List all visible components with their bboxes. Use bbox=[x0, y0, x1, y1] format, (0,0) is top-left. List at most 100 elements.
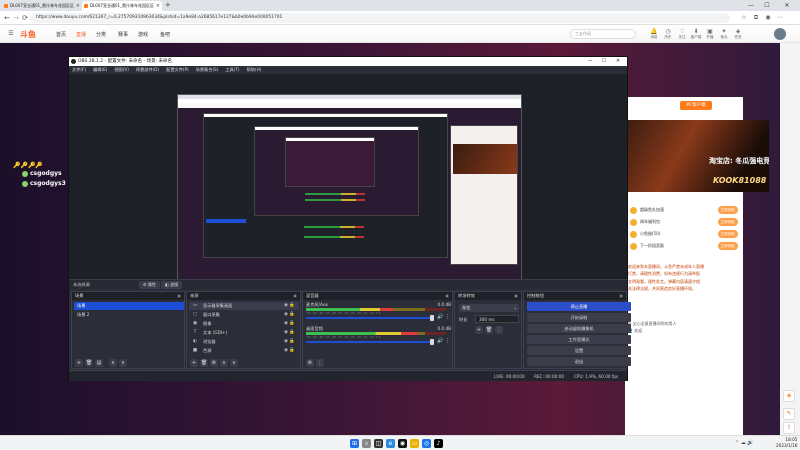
dock-options-icon[interactable]: ▣ bbox=[177, 292, 181, 300]
nav-events[interactable]: 赛事 bbox=[118, 31, 128, 38]
transition-more-button[interactable]: ⋮ bbox=[495, 326, 503, 334]
remove-scene-button[interactable]: 🗑 bbox=[85, 359, 93, 367]
chrome-icon[interactable]: ◎ bbox=[422, 439, 431, 448]
add-transition-button[interactable]: + bbox=[475, 326, 483, 334]
volume-slider-handle[interactable] bbox=[430, 315, 434, 321]
clock[interactable]: 18:05 2023/1/16 bbox=[776, 437, 797, 449]
site-logo[interactable]: 斗鱼 bbox=[20, 29, 36, 40]
move-up-button[interactable]: ∧ bbox=[109, 359, 117, 367]
source-item[interactable]: ▢ 窗口采集 ◉ 🔒 bbox=[189, 311, 299, 319]
task-icon[interactable]: ✎ bbox=[783, 408, 795, 420]
obs-menu-item[interactable]: 视图(V) bbox=[114, 67, 129, 72]
dock-options-icon[interactable]: ▣ bbox=[514, 292, 518, 300]
gift-row[interactable]: 周年福利包 立即领取 bbox=[630, 217, 740, 227]
source-item[interactable]: ■ 色源 ◉ 🔒 bbox=[189, 347, 299, 355]
add-scene-button[interactable]: + bbox=[75, 359, 83, 367]
minimize-button[interactable]: — bbox=[744, 0, 758, 11]
mixer-more-button[interactable]: ⋮ bbox=[316, 359, 324, 367]
extensions-icon[interactable]: ⧉ bbox=[752, 14, 760, 22]
volume-slider[interactable] bbox=[306, 341, 432, 343]
nav-fishbar[interactable]: 鱼吧 bbox=[160, 31, 170, 38]
control-button[interactable]: 停止直播 bbox=[527, 302, 631, 311]
obs-minimize-button[interactable]: — bbox=[583, 57, 597, 66]
control-button[interactable]: 开始录制 bbox=[527, 313, 631, 322]
channel-menu-icon[interactable]: ⋮ bbox=[445, 338, 450, 344]
url-input[interactable]: https://www.douyu.com/621367_r=0.2757093… bbox=[30, 13, 730, 23]
claim-button[interactable]: 立即领取 bbox=[717, 242, 738, 250]
source-item[interactable]: ▣ 图像 ◉ 🔒 bbox=[189, 320, 299, 328]
obs-menu-item[interactable]: 停靠部件(D) bbox=[136, 67, 159, 72]
obs-menu-item[interactable]: 编辑(E) bbox=[93, 67, 107, 72]
visibility-lock-icon[interactable]: ◉ 🔒 bbox=[284, 302, 295, 310]
obs-title-bar[interactable]: OBS 28.1.2 - 配置文件: 未命名 - 场景: 未命名 — ☐ ✕ bbox=[69, 57, 627, 66]
report-icon[interactable]: ! bbox=[783, 422, 795, 434]
dock-options-icon[interactable]: ▣ bbox=[445, 292, 449, 300]
nav-live[interactable]: 直播 bbox=[76, 31, 86, 38]
duration-input[interactable]: 300 ms bbox=[475, 315, 519, 323]
claim-button[interactable]: 立即领取 bbox=[717, 230, 738, 238]
move-down-button[interactable]: ∨ bbox=[230, 359, 238, 367]
obs-menu-item[interactable]: 文件(F) bbox=[72, 67, 86, 72]
move-up-button[interactable]: ∧ bbox=[220, 359, 228, 367]
scene-item[interactable]: 场景 2 bbox=[74, 311, 184, 319]
claim-button[interactable]: 立即领取 bbox=[717, 218, 738, 226]
nav-games[interactable]: 游戏 bbox=[138, 31, 148, 38]
site-search-input[interactable]: 工友作网 bbox=[570, 29, 636, 39]
explorer-icon[interactable]: ▭ bbox=[410, 439, 419, 448]
visibility-lock-icon[interactable]: ◉ 🔒 bbox=[284, 311, 295, 319]
properties-button[interactable]: ⚙ 属性 bbox=[139, 281, 160, 289]
close-window-button[interactable]: ✕ bbox=[780, 0, 794, 11]
source-item[interactable]: ◐ 浏览器 ◉ 🔒 bbox=[189, 338, 299, 346]
volume-slider[interactable] bbox=[306, 317, 432, 319]
search-icon[interactable]: ⌕ bbox=[362, 439, 371, 448]
visibility-lock-icon[interactable]: ◉ 🔒 bbox=[284, 320, 295, 328]
scene-filter-button[interactable]: ▤ bbox=[95, 359, 103, 367]
source-item[interactable]: T 文本 (GDI+) ◉ 🔒 bbox=[189, 329, 299, 337]
channel-menu-icon[interactable]: ⋮ bbox=[445, 314, 450, 320]
volume-slider-handle[interactable] bbox=[430, 339, 434, 345]
obs-preview[interactable] bbox=[177, 94, 522, 289]
menu-icon[interactable]: ☰ bbox=[6, 29, 16, 39]
close-tab-icon[interactable]: × bbox=[156, 1, 160, 11]
favorites-icon[interactable]: ☆ bbox=[740, 14, 748, 22]
speaker-icon[interactable]: 🔊 bbox=[437, 338, 443, 344]
control-button[interactable]: 启动虚拟摄像机 bbox=[527, 324, 631, 333]
source-item[interactable]: ▭ 显示器采集画面 ◉ 🔒 bbox=[189, 302, 299, 310]
add-source-button[interactable]: + bbox=[190, 359, 198, 367]
browser-tab[interactable]: DL007宣业通01_爬什林车花园区区 × bbox=[2, 1, 82, 11]
pc-client-button[interactable]: PC客户端 bbox=[680, 101, 712, 110]
remove-source-button[interactable]: 🗑 bbox=[200, 359, 208, 367]
reload-button[interactable]: ⟳ bbox=[20, 13, 30, 23]
taskview-icon[interactable]: ◫ bbox=[374, 439, 383, 448]
claim-button[interactable]: 立即领取 bbox=[717, 206, 738, 214]
profile-icon[interactable]: ◉ bbox=[764, 14, 772, 22]
dock-options-icon[interactable]: ▣ bbox=[293, 292, 297, 300]
obs-menu-item[interactable]: 工具(T) bbox=[225, 67, 239, 72]
gift-icon[interactable]: ◈ 任务 bbox=[730, 28, 746, 40]
control-button[interactable]: 退出 bbox=[527, 357, 631, 366]
visibility-lock-icon[interactable]: ◉ 🔒 bbox=[284, 338, 295, 346]
obs-menu-item[interactable]: 配置文件(P) bbox=[166, 67, 189, 72]
ad-banner[interactable]: 淘宝店: 冬瓜强电竞主机 KOOK81088 bbox=[625, 120, 769, 192]
gift-icon[interactable]: ◈ bbox=[783, 390, 795, 402]
visibility-lock-icon[interactable]: ◉ 🔒 bbox=[284, 329, 295, 337]
speaker-icon[interactable]: 🔊 bbox=[437, 314, 443, 320]
maximize-button[interactable]: ☐ bbox=[760, 0, 774, 11]
obs-icon[interactable]: ◉ bbox=[398, 439, 407, 448]
scene-item[interactable]: 场景 bbox=[74, 302, 184, 310]
remove-transition-button[interactable]: 🗑 bbox=[485, 326, 493, 334]
visibility-lock-icon[interactable]: ◉ 🔒 bbox=[284, 347, 295, 355]
obs-menu-item[interactable]: 帮助(H) bbox=[247, 67, 262, 72]
control-button[interactable]: 工作室模式 bbox=[527, 335, 631, 344]
browser-tab-active[interactable]: DL007宣业通01_爬什林车花园区区 × bbox=[82, 1, 162, 11]
gift-row[interactable]: 下一阶段奖励 立即领取 bbox=[630, 241, 740, 251]
obs-close-button[interactable]: ✕ bbox=[611, 57, 625, 66]
mixer-settings-button[interactable]: ⚙ bbox=[306, 359, 314, 367]
more-menu-icon[interactable]: ⋯ bbox=[776, 14, 784, 22]
tiktok-icon[interactable]: ♪ bbox=[434, 439, 443, 448]
move-down-button[interactable]: ∨ bbox=[119, 359, 127, 367]
obs-menu-item[interactable]: 场景集合(S) bbox=[196, 67, 219, 72]
edge-icon[interactable]: e bbox=[386, 439, 395, 448]
obs-window[interactable]: OBS 28.1.2 - 配置文件: 未命名 - 场景: 未命名 — ☐ ✕ 文… bbox=[68, 56, 631, 381]
new-tab-button[interactable]: + bbox=[165, 0, 171, 11]
